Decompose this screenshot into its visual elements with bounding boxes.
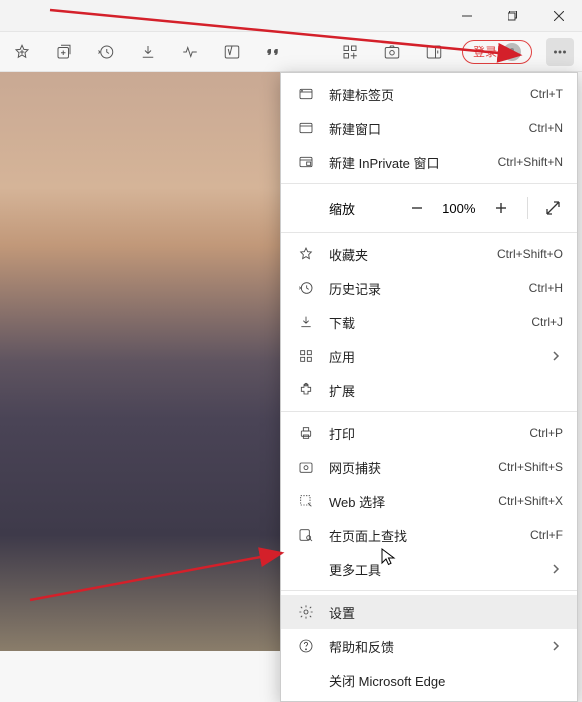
- chevron-right-icon: [551, 349, 563, 364]
- apps-icon[interactable]: [336, 38, 364, 66]
- settings-menu: 新建标签页 Ctrl+T 新建窗口 Ctrl+N 新建 InPrivate 窗口…: [280, 72, 578, 702]
- quote-icon[interactable]: [260, 38, 288, 66]
- collections-icon[interactable]: [50, 38, 78, 66]
- sign-in-button[interactable]: 登录: [462, 40, 532, 64]
- history-icon: [295, 280, 317, 296]
- inprivate-icon: [295, 154, 317, 170]
- zoom-out-button[interactable]: [403, 193, 431, 223]
- menu-label: 应用: [329, 347, 551, 366]
- menu-zoom-row: 缩放 100%: [281, 188, 577, 228]
- menu-label: 收藏夹: [329, 245, 487, 264]
- menu-label: 打印: [329, 424, 519, 443]
- menu-label: 网页捕获: [329, 458, 488, 477]
- menu-separator: [281, 411, 577, 412]
- menu-shortcut: Ctrl+T: [530, 87, 563, 101]
- capture-icon: [295, 459, 317, 475]
- menu-shortcut: Ctrl+F: [530, 528, 563, 542]
- menu-web-select[interactable]: Web 选择 Ctrl+Shift+X: [281, 484, 577, 518]
- menu-favorites[interactable]: 收藏夹 Ctrl+Shift+O: [281, 237, 577, 271]
- menu-new-window[interactable]: 新建窗口 Ctrl+N: [281, 111, 577, 145]
- menu-label: 下载: [329, 313, 521, 332]
- favorites-icon[interactable]: [8, 38, 36, 66]
- menu-shortcut: Ctrl+J: [531, 315, 563, 329]
- menu-label: 设置: [329, 603, 563, 622]
- performance-icon[interactable]: [176, 38, 204, 66]
- menu-downloads[interactable]: 下载 Ctrl+J: [281, 305, 577, 339]
- menu-find[interactable]: 在页面上查找 Ctrl+F: [281, 518, 577, 552]
- menu-shortcut: Ctrl+P: [529, 426, 563, 440]
- sidebar-icon[interactable]: [420, 38, 448, 66]
- new-window-icon: [295, 120, 317, 136]
- menu-shortcut: Ctrl+Shift+S: [498, 460, 563, 474]
- zoom-label: 缩放: [329, 199, 355, 218]
- menu-separator: [281, 590, 577, 591]
- menu-shortcut: Ctrl+Shift+X: [498, 494, 563, 508]
- apps-icon: [295, 348, 317, 364]
- zoom-in-button[interactable]: [487, 193, 515, 223]
- menu-more-tools[interactable]: 更多工具: [281, 552, 577, 586]
- maximize-button[interactable]: [490, 0, 536, 32]
- menu-label: 新建标签页: [329, 85, 520, 104]
- math-icon[interactable]: [218, 38, 246, 66]
- menu-separator: [281, 232, 577, 233]
- zoom-separator: [527, 197, 528, 219]
- menu-label: 帮助和反馈: [329, 637, 551, 656]
- menu-label: 历史记录: [329, 279, 519, 298]
- extensions-icon: [295, 382, 317, 398]
- screenshot-icon[interactable]: [378, 38, 406, 66]
- chevron-right-icon: [551, 562, 563, 577]
- print-icon: [295, 425, 317, 441]
- select-icon: [295, 493, 317, 509]
- menu-label: 关闭 Microsoft Edge: [329, 671, 563, 690]
- menu-print[interactable]: 打印 Ctrl+P: [281, 416, 577, 450]
- menu-close-edge[interactable]: 关闭 Microsoft Edge: [281, 663, 577, 697]
- gear-icon: [295, 604, 317, 620]
- menu-label: 新建窗口: [329, 119, 519, 138]
- minimize-button[interactable]: [444, 0, 490, 32]
- menu-label: 扩展: [329, 381, 563, 400]
- more-menu-button[interactable]: [546, 38, 574, 66]
- avatar-icon: [503, 43, 521, 61]
- menu-help[interactable]: 帮助和反馈: [281, 629, 577, 663]
- page-viewport: [0, 72, 280, 651]
- close-window-button[interactable]: [536, 0, 582, 32]
- chevron-right-icon: [551, 639, 563, 654]
- find-icon: [295, 527, 317, 543]
- menu-label: Web 选择: [329, 492, 488, 511]
- menu-history[interactable]: 历史记录 Ctrl+H: [281, 271, 577, 305]
- download-icon: [295, 314, 317, 330]
- menu-web-capture[interactable]: 网页捕获 Ctrl+Shift+S: [281, 450, 577, 484]
- menu-label: 更多工具: [329, 560, 551, 579]
- menu-separator: [281, 183, 577, 184]
- fullscreen-button[interactable]: [539, 193, 567, 223]
- help-icon: [295, 638, 317, 654]
- menu-apps[interactable]: 应用: [281, 339, 577, 373]
- zoom-value: 100%: [439, 201, 479, 216]
- browser-toolbar: 登录: [0, 32, 582, 72]
- sign-in-label: 登录: [473, 43, 497, 60]
- menu-label: 新建 InPrivate 窗口: [329, 153, 488, 172]
- menu-shortcut: Ctrl+N: [529, 121, 563, 135]
- history-icon[interactable]: [92, 38, 120, 66]
- download-icon[interactable]: [134, 38, 162, 66]
- menu-settings[interactable]: 设置: [281, 595, 577, 629]
- menu-shortcut: Ctrl+H: [529, 281, 563, 295]
- menu-new-tab[interactable]: 新建标签页 Ctrl+T: [281, 77, 577, 111]
- menu-extensions[interactable]: 扩展: [281, 373, 577, 407]
- window-titlebar: [0, 0, 582, 32]
- menu-new-inprivate[interactable]: 新建 InPrivate 窗口 Ctrl+Shift+N: [281, 145, 577, 179]
- star-icon: [295, 246, 317, 262]
- new-tab-icon: [295, 86, 317, 102]
- menu-shortcut: Ctrl+Shift+O: [497, 247, 563, 261]
- menu-label: 在页面上查找: [329, 526, 520, 545]
- menu-shortcut: Ctrl+Shift+N: [498, 155, 563, 169]
